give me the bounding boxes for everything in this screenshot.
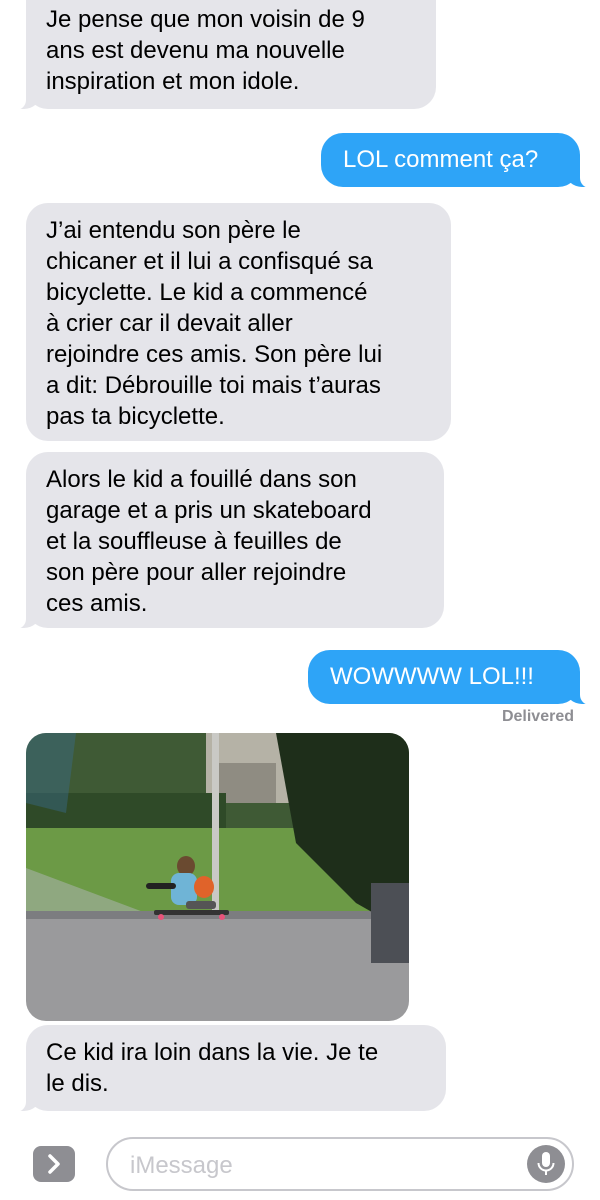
incoming-message[interactable]: J’ai entendu son père le chicaner et il … bbox=[26, 203, 451, 441]
chevron-right-icon bbox=[48, 1154, 60, 1174]
outgoing-message[interactable]: WOWWWW LOL!!! bbox=[308, 650, 598, 705]
message-text: Ce kid ira loin dans la vie. Je te le di… bbox=[46, 1039, 379, 1097]
photo-message[interactable] bbox=[26, 733, 409, 1021]
expand-apps-button[interactable] bbox=[33, 1146, 75, 1182]
message-text: LOL comment ça? bbox=[343, 146, 539, 173]
message-input[interactable] bbox=[128, 1149, 512, 1183]
microphone-icon bbox=[537, 1152, 555, 1175]
incoming-message[interactable]: Je pense que mon voisin de 9 ans est dev… bbox=[8, 0, 436, 110]
message-text: J’ai entendu son père le chicaner et il … bbox=[46, 217, 383, 430]
delivered-status: Delivered bbox=[501, 708, 574, 725]
microphone-button[interactable] bbox=[527, 1145, 565, 1183]
incoming-message[interactable]: Alors le kid a fouillé dans son garage e… bbox=[8, 452, 444, 629]
outgoing-message[interactable]: LOL comment ça? bbox=[321, 133, 598, 188]
message-text: WOWWWW LOL!!! bbox=[330, 663, 534, 690]
message-text: Alors le kid a fouillé dans son garage e… bbox=[46, 466, 372, 617]
photo-kid-skateboard-icon bbox=[26, 733, 409, 1021]
message-input-container bbox=[106, 1137, 574, 1191]
compose-bar bbox=[0, 1128, 600, 1200]
incoming-message[interactable]: Ce kid ira loin dans la vie. Je te le di… bbox=[8, 1025, 446, 1112]
message-text: Je pense que mon voisin de 9 ans est dev… bbox=[46, 6, 365, 95]
